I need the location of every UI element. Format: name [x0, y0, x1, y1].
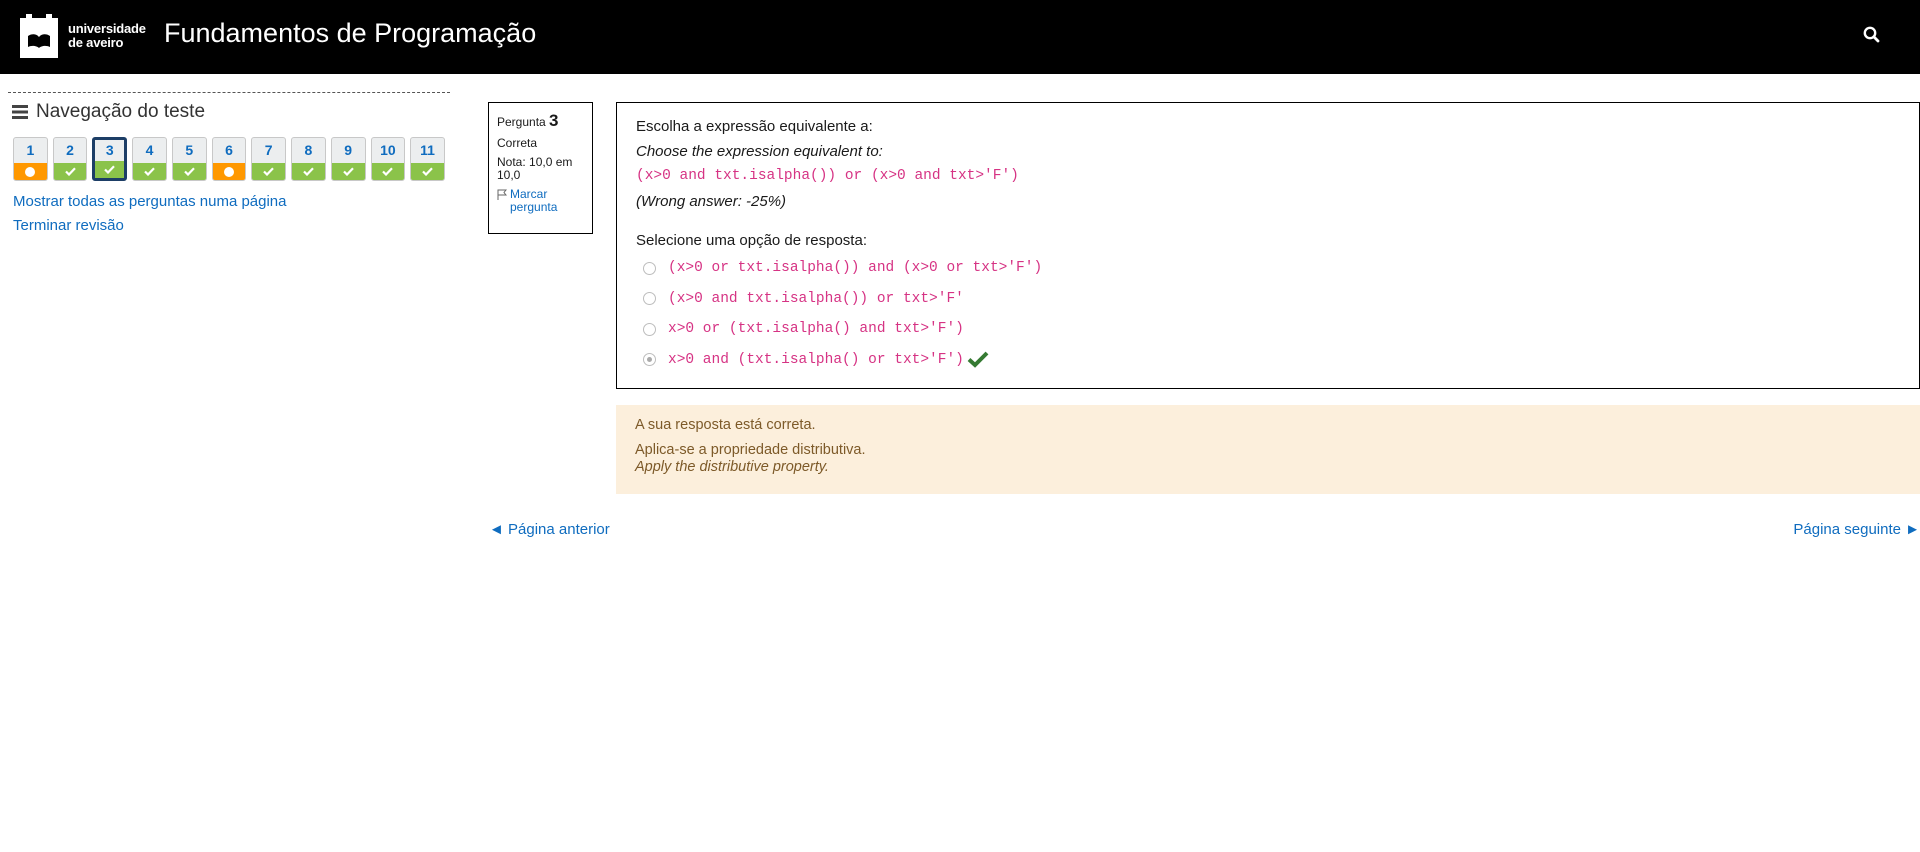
- check-icon: [303, 167, 314, 176]
- circle-icon: [25, 166, 36, 177]
- answer-prompt: Selecione uma opção de resposta:: [636, 232, 867, 249]
- general-feedback-en: Apply the distributive property.: [635, 459, 829, 475]
- answer-radio[interactable]: [643, 322, 656, 336]
- question-nav-button[interactable]: 5: [171, 137, 207, 181]
- answer-radio[interactable]: [643, 292, 656, 306]
- specific-feedback: A sua resposta está correta.: [635, 417, 816, 433]
- question-nav-number: 8: [304, 142, 313, 158]
- answer-radio[interactable]: [643, 261, 656, 275]
- question-nav-button[interactable]: 9: [330, 137, 366, 181]
- course-title[interactable]: Fundamentos de Programação: [164, 15, 536, 51]
- finish-review-link[interactable]: Terminar revisão: [13, 214, 450, 238]
- answer-option: x>0 and (txt.isalpha() or txt>'F'): [636, 345, 1900, 376]
- question-state: Correta: [497, 136, 538, 150]
- question-nav-number: 9: [344, 142, 353, 158]
- question-nav-button[interactable]: 6: [211, 137, 247, 181]
- question-nav-number: 2: [66, 142, 74, 158]
- circle-icon: [223, 166, 234, 177]
- answer-option: x>0 or (txt.isalpha() and txt>'F'): [636, 314, 1900, 345]
- correct-state-indicator: [172, 163, 206, 180]
- show-all-questions-link[interactable]: Mostrar todas as perguntas numa página: [13, 190, 450, 214]
- university-logo[interactable]: universidade de aveiro: [18, 13, 148, 59]
- flag-question-link[interactable]: Marcar pergunta: [497, 188, 584, 214]
- question-penalty: (Wrong answer: -25%): [636, 193, 787, 210]
- flag-question-label: Marcar pergunta: [510, 187, 558, 214]
- question-expression: (x>0 and txt.isalpha()) or (x>0 and txt>…: [636, 168, 1019, 184]
- flag-icon: [497, 189, 507, 200]
- answer-options: (x>0 or txt.isalpha()) and (x>0 or txt>'…: [636, 253, 1900, 375]
- answer-option-text: (x>0 or txt.isalpha()) and (x>0 or txt>'…: [668, 260, 1043, 277]
- answer-option-text: x>0 and (txt.isalpha() or txt>'F'): [668, 351, 964, 368]
- question-nav-number: 6: [225, 142, 233, 158]
- check-icon: [64, 167, 76, 176]
- page-header: universidade de aveiro Fundamentos de Pr…: [0, 0, 1920, 74]
- question-nav-number: 5: [185, 142, 194, 158]
- question-nav-button[interactable]: 7: [251, 137, 287, 181]
- question-nav-button[interactable]: 4: [132, 137, 167, 181]
- question-nav-number: 10: [380, 142, 396, 158]
- previous-page-link[interactable]: ◄ Página anterior: [489, 520, 610, 540]
- question-nav-button[interactable]: 1: [13, 137, 48, 181]
- check-icon: [382, 167, 394, 176]
- next-page-link[interactable]: Página seguinte ►: [1793, 520, 1920, 540]
- question-content: Escolha a expressão equivalente a: Choos…: [616, 102, 1920, 389]
- quiz-navigation-heading: Navegação do teste: [12, 101, 450, 123]
- quiz-navigation: Navegação do teste 1 2 3 4 5 6 7 8 9 10 11 Mostrar…: [8, 92, 450, 238]
- search-button[interactable]: [1860, 23, 1884, 47]
- answer-option-text: (x>0 and txt.isalpha()) or txt>'F': [668, 290, 964, 307]
- correct-state-indicator: [95, 161, 125, 178]
- answer-option-text: x>0 or (txt.isalpha() and txt>'F'): [668, 321, 964, 338]
- correct-state-indicator: [133, 163, 166, 180]
- logo-wordmark: universidade de aveiro: [68, 22, 146, 50]
- search-icon: [1863, 26, 1880, 43]
- check-icon: [104, 165, 116, 174]
- question-nav-button[interactable]: 10: [370, 137, 406, 181]
- answer-option: (x>0 or txt.isalpha()) and (x>0 or txt>'…: [636, 253, 1900, 284]
- correct-state-indicator: [53, 163, 87, 180]
- question-grade: Nota: 10,0 em 10,0: [497, 155, 573, 182]
- check-icon: [422, 167, 433, 176]
- question-buttons: 1 2 3 4 5 6 7 8 9 10 11: [13, 137, 450, 181]
- menu-icon: [12, 105, 28, 119]
- question-nav-button[interactable]: 8: [291, 137, 326, 181]
- question-number-value: 3: [549, 111, 559, 130]
- check-icon: [144, 167, 155, 176]
- question-nav-number: 4: [145, 142, 154, 158]
- answer-feedback: A sua resposta está correta. Aplica-se a…: [616, 405, 1920, 494]
- question-number: Pergunta 3: [497, 111, 584, 131]
- question-nav-button[interactable]: 2: [52, 137, 88, 181]
- correct-state-indicator: [331, 163, 365, 180]
- answer-radio[interactable]: [643, 353, 656, 367]
- question-nav-button[interactable]: 3: [92, 137, 128, 181]
- correct-state-indicator: [371, 163, 405, 180]
- question-nav-button[interactable]: 11: [410, 137, 445, 181]
- logo-line-1: universidade: [68, 21, 146, 36]
- university-logo-icon: [20, 14, 58, 58]
- logo-line-2: de aveiro: [68, 35, 124, 50]
- question-nav-number: 3: [105, 142, 114, 158]
- quiz-navigation-title: Navegação do teste: [36, 101, 206, 122]
- general-feedback-pt: Aplica-se a propriedade distributiva.: [635, 442, 866, 458]
- correct-state-indicator: [411, 163, 444, 180]
- question-text-en: Choose the expression equivalent to:: [636, 143, 883, 160]
- answer-option: (x>0 and txt.isalpha()) or txt>'F': [636, 284, 1900, 315]
- correct-check-icon: [967, 350, 989, 372]
- check-icon: [342, 167, 354, 176]
- question-label: Pergunta: [497, 115, 546, 129]
- correct-state-indicator: [292, 163, 325, 180]
- partial-state-indicator: [14, 163, 47, 180]
- correct-state-indicator: [252, 163, 286, 180]
- question-nav-number: 1: [26, 142, 35, 158]
- question-info: Pergunta 3 Correta Nota: 10,0 em 10,0 Ma…: [488, 102, 593, 234]
- check-icon: [183, 167, 195, 176]
- question-nav-number: 11: [420, 142, 435, 158]
- partial-state-indicator: [212, 163, 246, 180]
- question-nav-number: 7: [264, 142, 273, 158]
- check-icon: [263, 167, 274, 176]
- question-text-pt: Escolha a expressão equivalente a:: [636, 118, 873, 135]
